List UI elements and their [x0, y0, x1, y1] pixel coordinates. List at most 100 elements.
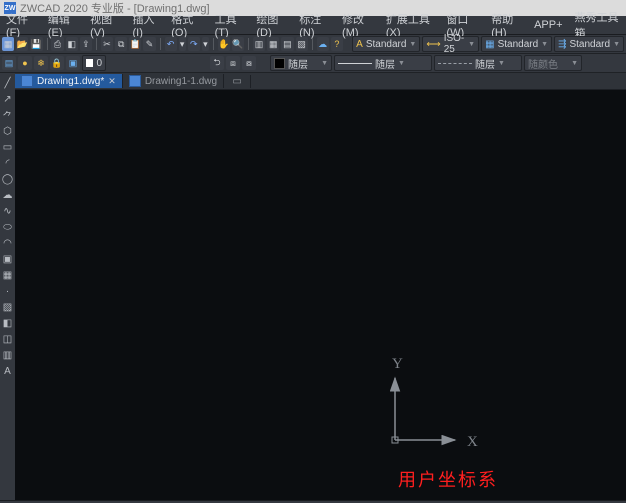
chevron-down-icon[interactable]: ▾ — [179, 37, 186, 51]
match-icon[interactable]: ✎ — [143, 37, 155, 51]
zoom-icon[interactable]: 🔍 — [232, 37, 244, 51]
mtext-icon[interactable]: A — [2, 365, 14, 377]
gradient-icon[interactable]: ◧ — [2, 317, 14, 329]
layer-walk-icon[interactable]: ⧇ — [242, 56, 256, 70]
open-icon[interactable]: 📂 — [16, 37, 28, 51]
chevron-down-icon: ▼ — [571, 60, 578, 67]
textstyle-dropdown[interactable]: A Standard ▼ — [352, 36, 420, 52]
toolbar-separator — [96, 38, 97, 50]
undo-icon[interactable]: ↶ — [165, 37, 177, 51]
file-tab-active[interactable]: Drawing1.dwg* ✕ — [15, 74, 123, 88]
dwg-icon — [21, 75, 33, 87]
linetype-value: 随层 — [375, 56, 395, 71]
drawing-canvas[interactable]: Y X 用户坐标系 — [15, 90, 626, 500]
xline-icon[interactable]: ↗ — [2, 93, 14, 105]
mlstyle-dropdown[interactable]: ⇶ Standard ▼ — [554, 36, 624, 52]
main-area: ╱ ↗ ⺈ ⬡ ▭ ◜ ◯ ☁ ∿ ⬭ ◠ ▣ ▦ · ▨ ◧ ◫ ▥ A Dr… — [0, 73, 626, 500]
lineweight-dropdown[interactable]: 随层 ▼ — [434, 55, 522, 71]
ucs-icon — [375, 360, 465, 450]
tpal-icon[interactable]: ▤ — [281, 37, 293, 51]
chevron-down-icon: ▼ — [613, 41, 620, 48]
paste-icon[interactable]: 📋 — [129, 37, 141, 51]
textstyle-icon: A — [356, 39, 363, 50]
color-value: 随层 — [288, 56, 318, 71]
layer-prev-icon[interactable]: ⮌ — [210, 56, 224, 70]
revcloud-icon[interactable]: ☁ — [2, 189, 14, 201]
preview-icon[interactable]: ◧ — [66, 37, 78, 51]
plot-icon[interactable]: ⎙ — [51, 37, 63, 51]
menu-tools[interactable]: 工具(T) — [209, 9, 251, 41]
menu-app[interactable]: APP+ — [528, 17, 568, 33]
mlstyle-icon: ⇶ — [558, 39, 566, 50]
new-tab-button[interactable]: ▭ — [224, 75, 251, 88]
spline-icon[interactable]: ∿ — [2, 205, 14, 217]
chevron-down-icon: ▼ — [468, 41, 475, 48]
layer-num[interactable]: 0 — [82, 55, 106, 71]
dimstyle-icon: ⟷ — [426, 39, 440, 50]
circle-icon[interactable]: ◯ — [2, 173, 14, 185]
arc-icon[interactable]: ◜ — [2, 157, 14, 169]
layer-manager-icon[interactable]: ▤ — [2, 56, 16, 70]
pline-icon[interactable]: ⺈ — [2, 109, 14, 121]
help-icon[interactable]: ? — [331, 37, 343, 51]
dcenter-icon[interactable]: ▦ — [267, 37, 279, 51]
insert-icon[interactable]: ▣ — [2, 253, 14, 265]
ellipse-icon[interactable]: ⬭ — [2, 221, 14, 233]
save-icon[interactable]: 💾 — [30, 37, 42, 51]
file-tabs: Drawing1.dwg* ✕ Drawing1-1.dwg ▭ — [15, 73, 626, 90]
ucs-x-label: X — [467, 434, 478, 451]
toolbar-separator — [248, 38, 249, 50]
point-icon[interactable]: · — [2, 285, 14, 297]
copy-icon[interactable]: ⧉ — [115, 37, 127, 51]
tablestyle-dropdown[interactable]: ▦ Standard ▼ — [481, 36, 552, 52]
menu-edit[interactable]: 编辑(E) — [42, 9, 84, 41]
new-icon[interactable]: ▦ — [2, 37, 14, 51]
pan-icon[interactable]: ✋ — [218, 37, 230, 51]
hatch-icon[interactable]: ▨ — [2, 301, 14, 313]
draw-toolbar: ╱ ↗ ⺈ ⬡ ▭ ◜ ◯ ☁ ∿ ⬭ ◠ ▣ ▦ · ▨ ◧ ◫ ▥ A — [0, 73, 15, 500]
layer-iso-icon[interactable]: ⧈ — [226, 56, 240, 70]
toolbar-layers: ▤ ● ❄ 🔒 ▣ 0 ⮌ ⧈ ⧇ 随层 ▼ 随层 ▼ 随层 ▼ 随颜色 ▼ — [0, 54, 626, 73]
prop-icon[interactable]: ▥ — [253, 37, 265, 51]
color-swatch-icon — [274, 58, 285, 69]
region-icon[interactable]: ◫ — [2, 333, 14, 345]
tablestyle-value: Standard — [498, 39, 539, 50]
lineweight-preview-icon — [438, 63, 472, 64]
layer-on-icon[interactable]: ● — [18, 56, 32, 70]
color-dropdown[interactable]: 随层 ▼ — [270, 55, 332, 71]
dimstyle-dropdown[interactable]: ⟷ ISO-25 ▼ — [422, 36, 479, 52]
toolbar-separator — [160, 38, 161, 50]
mlstyle-value: Standard — [569, 39, 610, 50]
line-icon[interactable]: ╱ — [2, 77, 14, 89]
close-icon[interactable]: ✕ — [108, 76, 116, 87]
lineweight-value: 随层 — [475, 56, 495, 71]
file-tab-label: Drawing1.dwg* — [37, 76, 104, 87]
publish-icon[interactable]: ⇪ — [80, 37, 92, 51]
chevron-down-icon[interactable]: ▾ — [202, 37, 209, 51]
dimstyle-value: ISO-25 — [444, 33, 465, 55]
calc-icon[interactable]: ▧ — [296, 37, 308, 51]
chevron-down-icon: ▼ — [321, 60, 328, 67]
polygon-icon[interactable]: ⬡ — [2, 125, 14, 137]
dwg-icon — [129, 75, 141, 87]
chevron-down-icon: ▼ — [398, 60, 405, 67]
cut-icon[interactable]: ✂ — [101, 37, 113, 51]
layer-lock-icon[interactable]: 🔒 — [50, 56, 64, 70]
plotcolor-dropdown[interactable]: 随颜色 ▼ — [524, 55, 582, 71]
redo-icon[interactable]: ↷ — [188, 37, 200, 51]
layer-num-value: 0 — [96, 58, 102, 69]
chevron-down-icon: ▼ — [409, 41, 416, 48]
rect-icon[interactable]: ▭ — [2, 141, 14, 153]
table-icon[interactable]: ▥ — [2, 349, 14, 361]
toolbar-separator — [213, 38, 214, 50]
plotcolor-value: 随颜色 — [528, 56, 568, 71]
file-tab[interactable]: Drawing1-1.dwg — [123, 74, 224, 88]
earc-icon[interactable]: ◠ — [2, 237, 14, 249]
layer-freeze-icon[interactable]: ❄ — [34, 56, 48, 70]
cloud-icon[interactable]: ☁ — [317, 37, 329, 51]
annotation-label: 用户坐标系 — [398, 466, 498, 492]
layer-cur-icon[interactable]: ▣ — [66, 56, 80, 70]
file-tab-label: Drawing1-1.dwg — [145, 76, 217, 87]
block-icon[interactable]: ▦ — [2, 269, 14, 281]
linetype-dropdown[interactable]: 随层 ▼ — [334, 55, 432, 71]
